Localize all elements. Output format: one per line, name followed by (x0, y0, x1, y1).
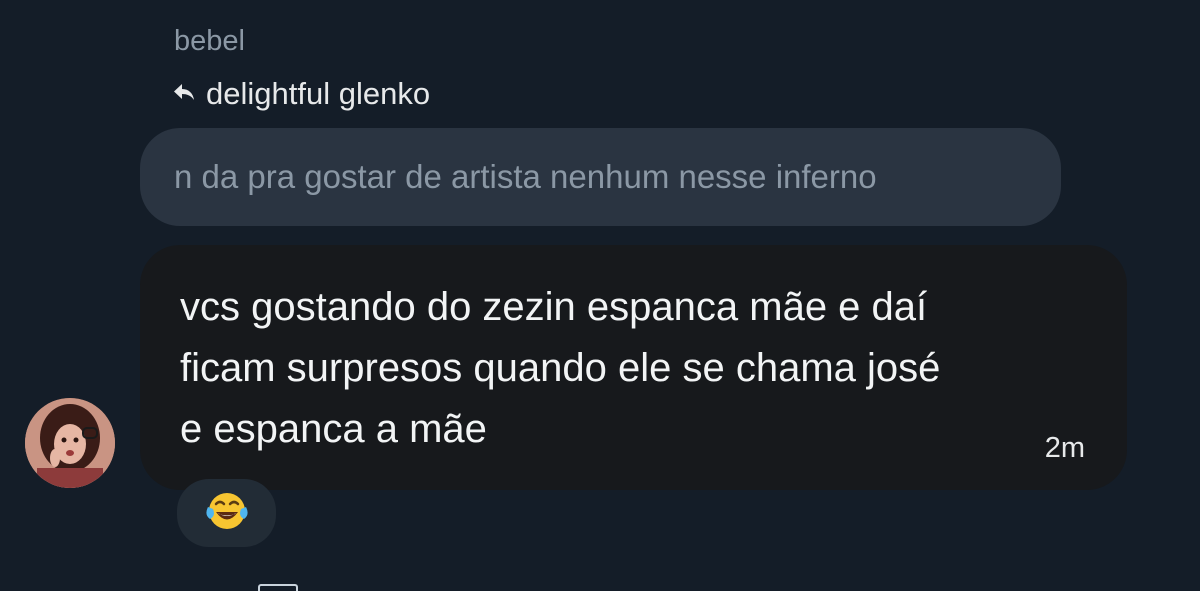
message-line: ficam surpresos quando ele se chama josé (180, 346, 941, 390)
face-with-tears-of-joy-icon (204, 489, 250, 538)
avatar[interactable] (25, 398, 115, 488)
partial-next-item-icon (258, 584, 298, 591)
dm-conversation: bebel delightful glenko n da pra gostar … (0, 0, 1200, 591)
reaction-pill[interactable] (177, 479, 276, 547)
quoted-message-text: n da pra gostar de artista nenhum nesse … (174, 158, 877, 195)
message-line: e espanca a mãe (180, 407, 487, 451)
message-bubble[interactable]: vcs gostando do zezin espanca mãe e daí … (140, 245, 1127, 490)
message-timestamp: 2m (1044, 432, 1085, 464)
reply-reference[interactable]: delightful glenko (172, 74, 430, 114)
message-line: vcs gostando do zezin espanca mãe e daí (180, 285, 928, 329)
reply-target-name: delightful glenko (206, 76, 431, 111)
message-text: vcs gostando do zezin espanca mãe e daí … (180, 277, 1080, 460)
quoted-message[interactable]: n da pra gostar de artista nenhum nesse … (140, 128, 1061, 226)
reply-arrow-icon (172, 74, 196, 114)
sender-name: bebel (174, 25, 245, 57)
